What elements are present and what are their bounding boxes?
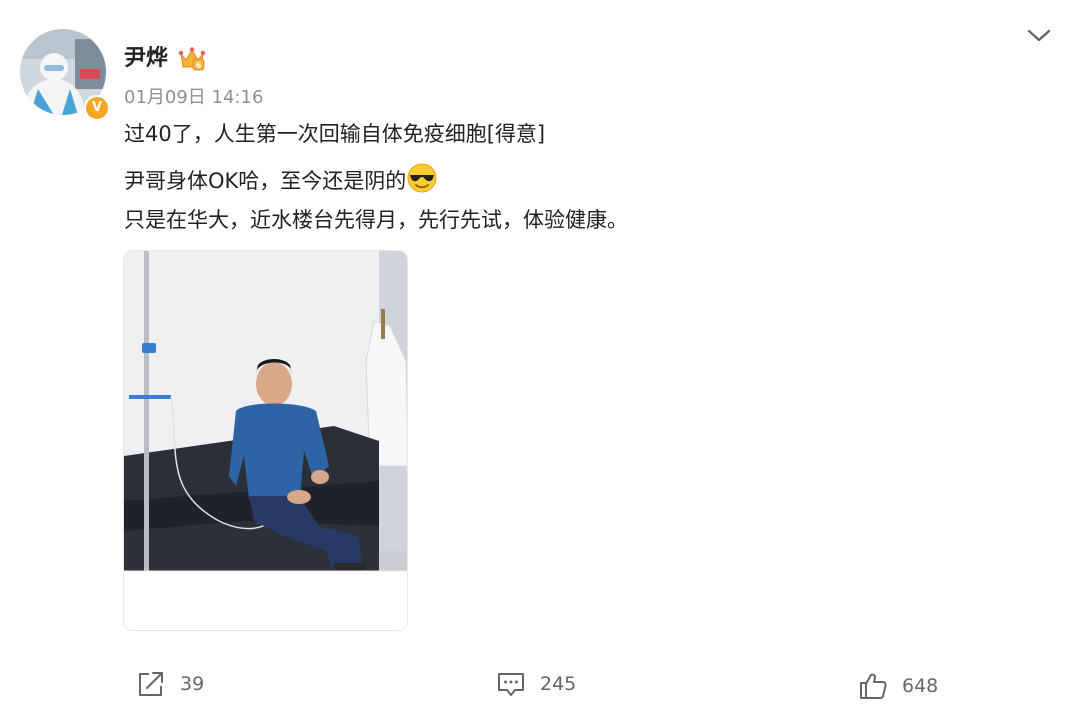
share-button[interactable]: 39	[136, 668, 204, 700]
post-text-line-1: 过40了，人生第一次回输自体免疫细胞[得意]	[124, 122, 546, 146]
thumbs-up-icon	[860, 673, 887, 699]
crown-icon: 6	[178, 47, 206, 71]
share-count: 39	[180, 673, 205, 695]
author-name[interactable]: 尹烨	[124, 44, 168, 74]
comment-count: 245	[540, 673, 577, 695]
post-photo-image	[124, 251, 407, 630]
like-count: 648	[902, 675, 939, 697]
post-text-line-2: 尹哥身体OK哈，至今还是阴的	[124, 162, 438, 196]
chevron-down-icon[interactable]	[1026, 26, 1052, 44]
comment-button[interactable]: 245	[496, 668, 576, 700]
post-timestamp[interactable]: 01月09日 14:16	[124, 86, 263, 110]
photo-card[interactable]	[123, 250, 408, 631]
share-icon	[139, 672, 163, 696]
svg-text:6: 6	[196, 61, 202, 70]
post-text-line-2-text: 尹哥身体OK哈，至今还是阴的	[124, 169, 407, 193]
like-button[interactable]: 648	[858, 670, 938, 702]
comment-icon	[498, 673, 524, 696]
sunglasses-emoji-icon	[407, 163, 437, 193]
post-text-line-3: 只是在华大，近水楼台先得月，先行先试，体验健康。	[124, 208, 628, 232]
verified-badge-icon: V	[84, 95, 110, 121]
